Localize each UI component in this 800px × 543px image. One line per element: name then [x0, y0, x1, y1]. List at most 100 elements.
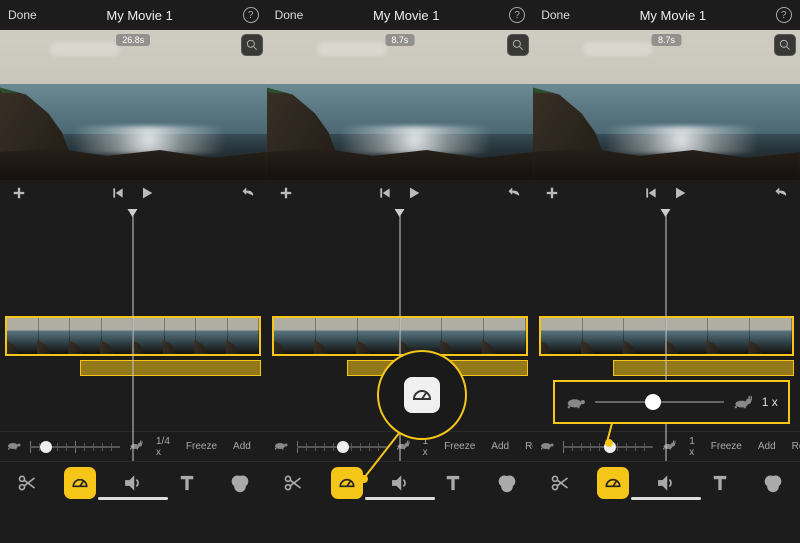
speaker-icon: [390, 473, 410, 493]
speed-slider[interactable]: [30, 441, 120, 453]
zoom-button[interactable]: [774, 34, 796, 56]
speed-button[interactable]: [64, 467, 96, 499]
zoom-button[interactable]: [507, 34, 529, 56]
rabbit-icon: [732, 394, 754, 410]
skip-back-icon: [378, 186, 392, 200]
speed-overlay[interactable]: [80, 360, 261, 376]
play-button[interactable]: [139, 185, 155, 206]
plus-icon: [545, 186, 559, 200]
help-icon[interactable]: ?: [243, 7, 259, 23]
undo-icon: [774, 186, 788, 200]
undo-button[interactable]: [507, 186, 521, 205]
callout-speed-slider: 1 x: [553, 380, 790, 424]
callout-anchor-dot: [360, 475, 368, 483]
help-icon[interactable]: ?: [509, 7, 525, 23]
undo-icon: [507, 186, 521, 200]
video-preview[interactable]: 8.7s: [533, 30, 800, 180]
titles-button[interactable]: [171, 467, 203, 499]
bottom-toolbar: [533, 461, 800, 503]
add-button[interactable]: Add: [754, 441, 780, 452]
freeze-button[interactable]: Freeze: [707, 441, 746, 452]
speedometer-icon: [70, 473, 90, 493]
scissors-icon: [283, 473, 303, 493]
skip-back-icon: [111, 186, 125, 200]
turtle-icon: [6, 439, 22, 454]
undo-button[interactable]: [241, 186, 255, 205]
volume-button[interactable]: [117, 467, 149, 499]
freeze-button[interactable]: Freeze: [440, 441, 479, 452]
add-button[interactable]: Add: [229, 441, 255, 452]
volume-button[interactable]: [384, 467, 416, 499]
done-button[interactable]: Done: [8, 8, 37, 22]
panels-row: Done My Movie 1 ? 26.8s: [0, 0, 800, 543]
volume-button[interactable]: [650, 467, 682, 499]
add-media-button[interactable]: [12, 186, 26, 205]
bottom-toolbar: [267, 461, 534, 503]
rabbit-icon: [661, 439, 677, 454]
actions-button[interactable]: [544, 467, 576, 499]
plus-icon: [12, 186, 26, 200]
speaker-icon: [656, 473, 676, 493]
turtle-icon: [273, 439, 289, 454]
speed-slider[interactable]: [297, 441, 387, 453]
done-button[interactable]: Done: [541, 8, 570, 22]
titles-button[interactable]: [437, 467, 469, 499]
magnify-icon: [778, 38, 792, 52]
filters-icon: [230, 473, 250, 493]
magnify-icon: [245, 38, 259, 52]
panel-1: Done My Movie 1 ? 26.8s: [0, 0, 267, 543]
skip-back-icon: [644, 186, 658, 200]
video-preview[interactable]: 8.7s: [267, 30, 534, 180]
filters-button[interactable]: [757, 467, 789, 499]
panel-2: Done My Movie 1 ? 8.7s: [267, 0, 534, 543]
filters-button[interactable]: [491, 467, 523, 499]
actions-button[interactable]: [277, 467, 309, 499]
text-icon: [443, 473, 463, 493]
play-icon: [139, 185, 155, 201]
undo-button[interactable]: [774, 186, 788, 205]
speed-button[interactable]: [597, 467, 629, 499]
speed-overlay[interactable]: [613, 360, 794, 376]
speedometer-icon: [337, 473, 357, 493]
skip-back-button[interactable]: [644, 186, 658, 205]
skip-back-button[interactable]: [111, 186, 125, 205]
speed-slider-large[interactable]: [595, 395, 724, 409]
timeline[interactable]: 1 x 1 x Freeze Add Reset: [533, 210, 800, 503]
panel-3: Done My Movie 1 ? 8.7s: [533, 0, 800, 543]
topbar: Done My Movie 1 ?: [267, 0, 534, 30]
timeline[interactable]: 1 x Freeze Add Reset: [267, 210, 534, 503]
actions-button[interactable]: [11, 467, 43, 499]
play-button[interactable]: [672, 185, 688, 206]
speed-rate-label-large: 1 x: [762, 395, 778, 409]
bottom-toolbar: [0, 461, 267, 503]
timeline[interactable]: 1/4 x Freeze Add Reset: [0, 210, 267, 503]
play-button[interactable]: [406, 185, 422, 206]
project-title: My Movie 1: [640, 8, 706, 23]
video-preview[interactable]: 26.8s: [0, 30, 267, 180]
home-indicator: [365, 497, 435, 500]
rabbit-icon: [395, 439, 411, 454]
add-media-button[interactable]: [279, 186, 293, 205]
transport-controls: [267, 180, 534, 210]
duration-pill: 26.8s: [116, 34, 150, 46]
reset-button[interactable]: Reset: [788, 441, 800, 452]
speed-rate-label: 1 x: [685, 436, 699, 458]
add-media-button[interactable]: [545, 186, 559, 205]
zoom-button[interactable]: [241, 34, 263, 56]
play-icon: [406, 185, 422, 201]
help-icon[interactable]: ?: [776, 7, 792, 23]
duration-pill: 8.7s: [652, 34, 681, 46]
done-button[interactable]: Done: [275, 8, 304, 22]
freeze-button[interactable]: Freeze: [182, 441, 221, 452]
filters-button[interactable]: [224, 467, 256, 499]
titles-button[interactable]: [704, 467, 736, 499]
add-button[interactable]: Add: [487, 441, 513, 452]
skip-back-button[interactable]: [378, 186, 392, 205]
project-title: My Movie 1: [373, 8, 439, 23]
playhead[interactable]: [133, 210, 134, 461]
scissors-icon: [550, 473, 570, 493]
speed-button[interactable]: [331, 467, 363, 499]
magnify-icon: [511, 38, 525, 52]
turtle-icon: [539, 439, 555, 454]
rabbit-icon: [128, 439, 144, 454]
